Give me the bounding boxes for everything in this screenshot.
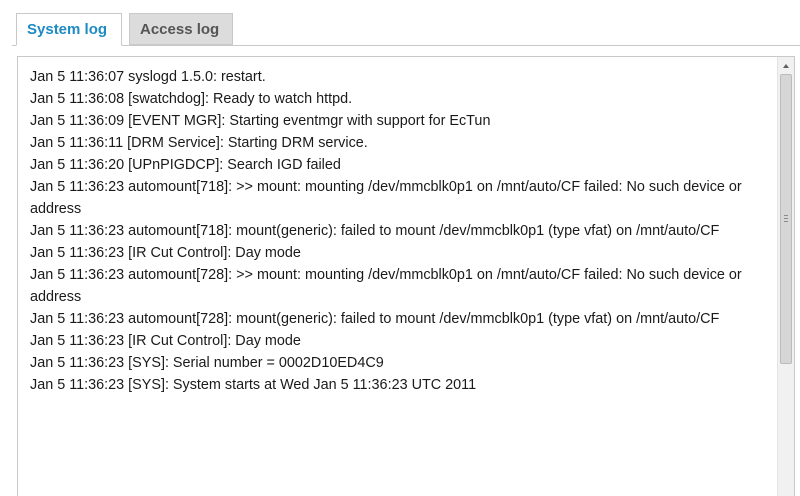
log-line: Jan 5 11:36:07 syslogd 1.5.0: restart. — [30, 69, 266, 85]
thumb-grip — [784, 215, 788, 216]
scroll-thumb[interactable] — [780, 74, 792, 364]
log-line: Jan 5 11:36:09 [EVENT MGR]: Starting eve… — [30, 113, 491, 129]
tab-divider — [12, 45, 800, 46]
log-list: Jan 5 11:36:07 syslogd 1.5.0: restart. J… — [30, 66, 775, 396]
log-scrollbar[interactable] — [777, 57, 794, 496]
tab-access-log[interactable]: Access log — [129, 13, 233, 45]
log-line: Jan 5 11:36:11 [DRM Service]: Starting D… — [30, 135, 368, 151]
log-line: Jan 5 11:36:08 [swatchdog]: Ready to wat… — [30, 91, 353, 107]
log-line: Jan 5 11:36:20 [UPnPIGDCP]: Search IGD f… — [30, 157, 341, 173]
thumb-grip — [784, 221, 788, 222]
log-line: Jan 5 11:36:23 [IR Cut Control]: Day mod… — [30, 245, 301, 261]
log-line: Jan 5 11:36:23 automount[718]: mount(gen… — [30, 223, 720, 239]
log-line: Jan 5 11:36:23 automount[728]: mount(gen… — [30, 311, 720, 327]
log-line: Jan 5 11:36:23 automount[728]: >> mount:… — [30, 267, 742, 305]
log-line: Jan 5 11:36:23 automount[718]: >> mount:… — [30, 179, 742, 217]
log-line: Jan 5 11:36:23 [SYS]: System starts at W… — [30, 377, 477, 393]
log-tabs: Access log System log — [0, 0, 800, 46]
log-line: Jan 5 11:36:23 [SYS]: Serial number = 00… — [30, 355, 384, 371]
tab-system-log[interactable]: System log — [16, 13, 122, 46]
scroll-up-arrow-icon[interactable] — [778, 57, 794, 74]
thumb-grip — [784, 218, 788, 219]
system-log-panel[interactable]: Jan 5 11:36:07 syslogd 1.5.0: restart. J… — [17, 56, 795, 496]
log-line: Jan 5 11:36:23 [IR Cut Control]: Day mod… — [30, 333, 301, 349]
